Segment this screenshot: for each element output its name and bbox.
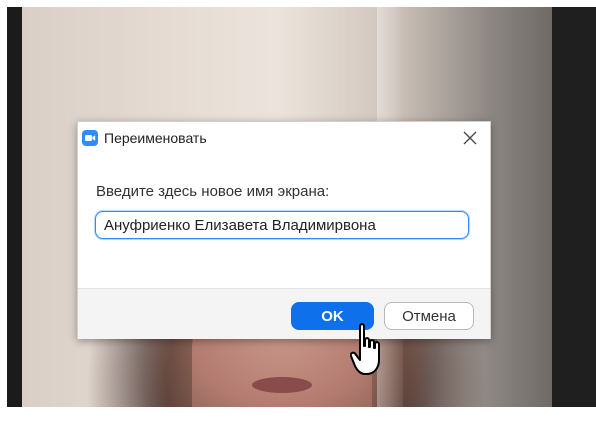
rename-prompt-label: Введите здесь новое имя экрана:: [96, 183, 330, 200]
participant-lips: [252, 377, 312, 393]
zoom-video-icon: [82, 130, 98, 146]
screen-name-input[interactable]: [95, 211, 469, 239]
right-side-bar: [552, 7, 596, 407]
rename-dialog: Переименовать Введите здесь новое имя эк…: [77, 121, 491, 339]
hand-pointer-cursor-icon: [350, 323, 380, 375]
dialog-title: Переименовать: [104, 130, 207, 146]
cancel-button[interactable]: Отмена: [384, 302, 474, 330]
dialog-titlebar: Переименовать: [78, 122, 490, 154]
dialog-footer: OK Отмена: [78, 288, 490, 339]
close-icon[interactable]: [458, 126, 482, 150]
